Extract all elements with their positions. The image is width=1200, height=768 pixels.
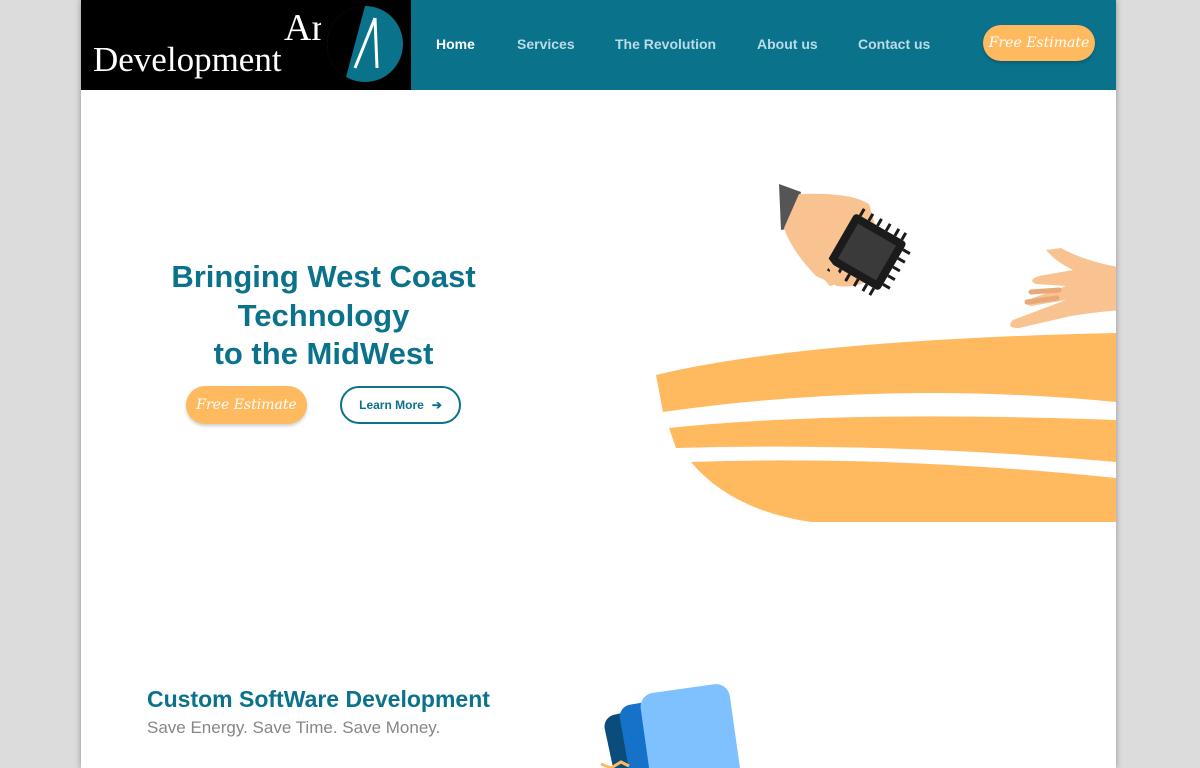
tab-home[interactable]: Home: [436, 34, 475, 54]
arrow-right-icon: ➔: [431, 398, 442, 412]
learn-more-button[interactable]: Learn More ➔: [340, 386, 461, 424]
hero-title: Bringing West Coast Technology to the Mi…: [151, 258, 496, 374]
hero-title-line: Technology: [237, 297, 410, 333]
software-cards-illustration: [600, 684, 742, 768]
logo-text-development: Development: [93, 40, 282, 79]
hero-free-estimate-button[interactable]: Free Estimate: [186, 386, 307, 424]
logo[interactable]: Arc Development: [81, 0, 411, 90]
hero-title-line: to the MidWest: [213, 336, 434, 371]
section-subtitle: Save Energy. Save Time. Save Money.: [147, 718, 441, 737]
page: Arc Development Home Services The Revolu…: [81, 0, 1116, 768]
logo-mark-icon: [321, 0, 403, 90]
learn-more-label: Learn More: [359, 398, 424, 412]
app-bar: Arc Development Home Services The Revolu…: [81, 0, 1116, 90]
tab-services[interactable]: Services: [517, 34, 575, 54]
hero-title-line: Bringing West Coast: [171, 259, 476, 294]
tab-contact-us[interactable]: Contact us: [858, 34, 930, 54]
handshake-chip-illustration: [656, 184, 1116, 522]
section-title: Custom SoftWare Development: [147, 686, 490, 712]
tab-the-revolution[interactable]: The Revolution: [615, 34, 716, 54]
header-free-estimate-button[interactable]: Free Estimate: [983, 25, 1095, 61]
tab-about-us[interactable]: About us: [757, 34, 818, 54]
